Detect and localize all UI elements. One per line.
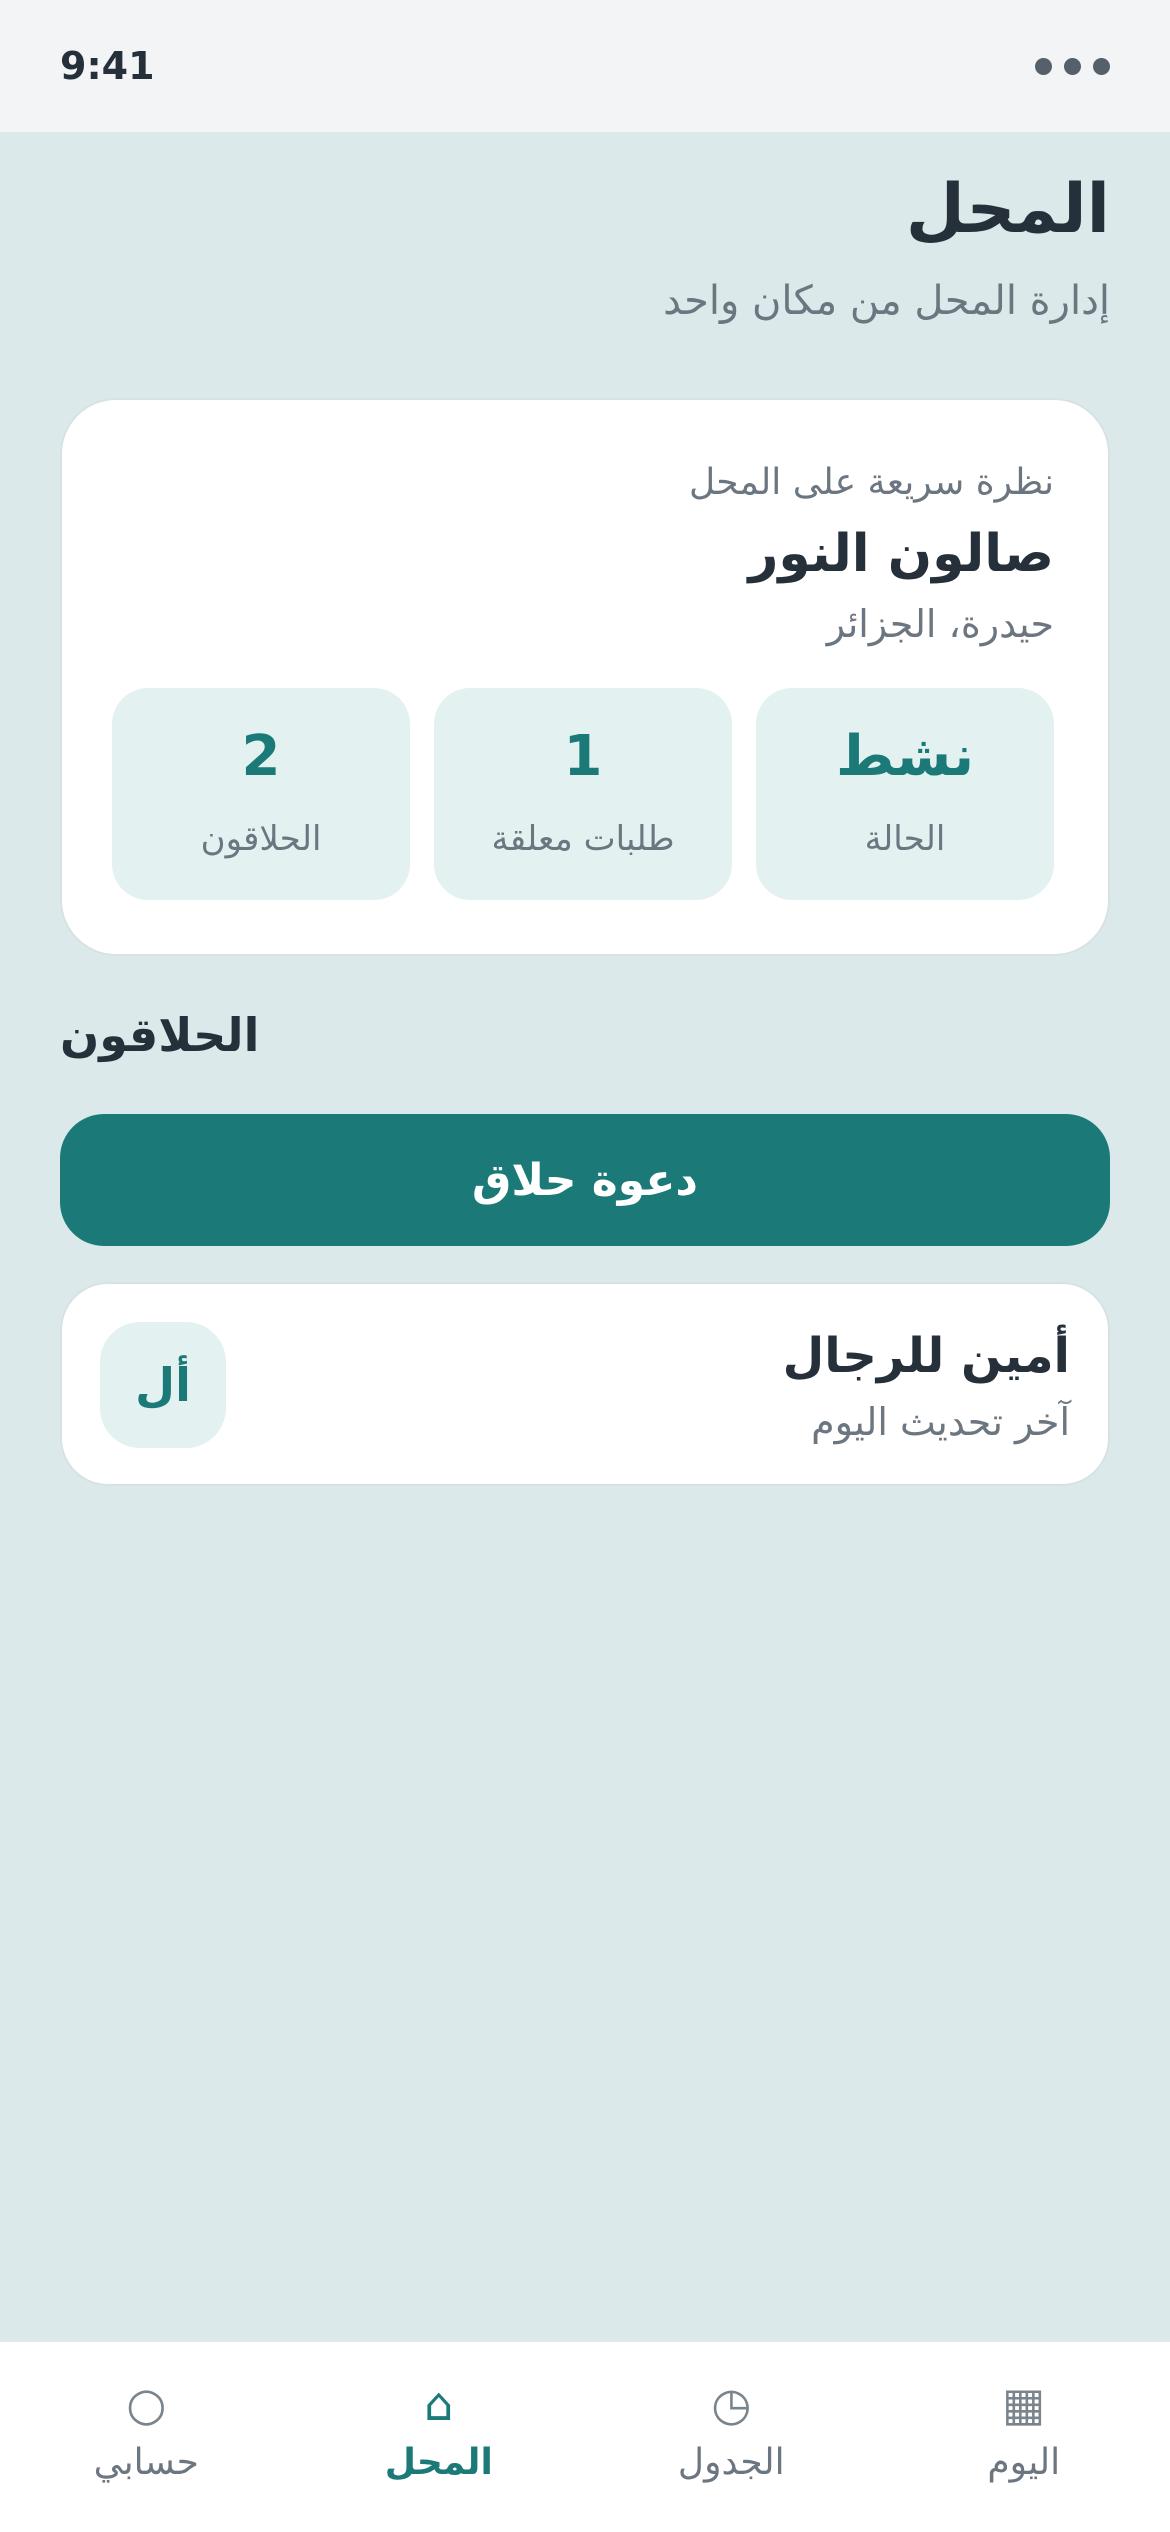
avatar: أل [100,1322,226,1448]
shop-overview-card: نظرة سريعة على المحل صالون النور حيدرة، … [60,398,1110,956]
barber-list-item[interactable]: أمين للرجال آخر تحديث اليوم أل [60,1282,1110,1486]
stat-value: 2 [241,724,281,789]
nav-label: الجدول [677,2442,785,2483]
clock-icon: ◷ [711,2377,752,2431]
overview-eyebrow: نظرة سريعة على المحل [688,462,1054,503]
status-time: 9:41 [60,44,155,88]
shop-name: صالون النور [748,524,1055,584]
nav-label: المحل [384,2442,493,2483]
stat-label: طلبات معلقة [491,819,675,859]
stats-row: نشط الحالة 1 طلبات معلقة 2 الحلاقون [112,688,1054,900]
stat-value: نشط [836,724,974,789]
nav-item-shop[interactable]: ⌂ المحل [293,2342,586,2532]
barber-last-updated: آخر تحديث اليوم [811,1400,1070,1444]
page-title: المحل [905,170,1110,249]
status-bar: 9:41 [0,0,1170,132]
barber-name: أمين للرجال [782,1328,1070,1384]
stat-status: نشط الحالة [756,688,1054,900]
nav-item-account[interactable]: ○ حسابي [0,2342,293,2532]
home-icon: ⌂ [424,2377,454,2431]
more-options-icon[interactable] [1035,57,1110,75]
nav-label: اليوم [987,2442,1061,2483]
stat-barbers[interactable]: 2 الحلاقون [112,688,410,900]
bottom-nav: ▦ اليوم ◷ الجدول ⌂ المحل ○ حسابي [0,2340,1170,2532]
nav-item-schedule[interactable]: ◷ الجدول [585,2342,878,2532]
nav-label: حسابي [93,2442,199,2483]
calendar-grid-icon: ▦ [1002,2377,1046,2431]
shop-location: حيدرة، الجزائر [826,602,1054,646]
invite-barber-button[interactable]: دعوة حلاق [60,1114,1110,1246]
stat-value: 1 [563,724,603,789]
user-circle-icon: ○ [126,2377,167,2431]
stat-label: الحالة [864,819,946,859]
stat-pending-requests[interactable]: 1 طلبات معلقة [434,688,732,900]
nav-item-today[interactable]: ▦ اليوم [878,2342,1170,2532]
stat-label: الحلاقون [200,819,322,859]
page-subtitle: إدارة المحل من مكان واحد [663,278,1110,324]
barbers-section-title: الحلاقون [60,1008,260,1062]
